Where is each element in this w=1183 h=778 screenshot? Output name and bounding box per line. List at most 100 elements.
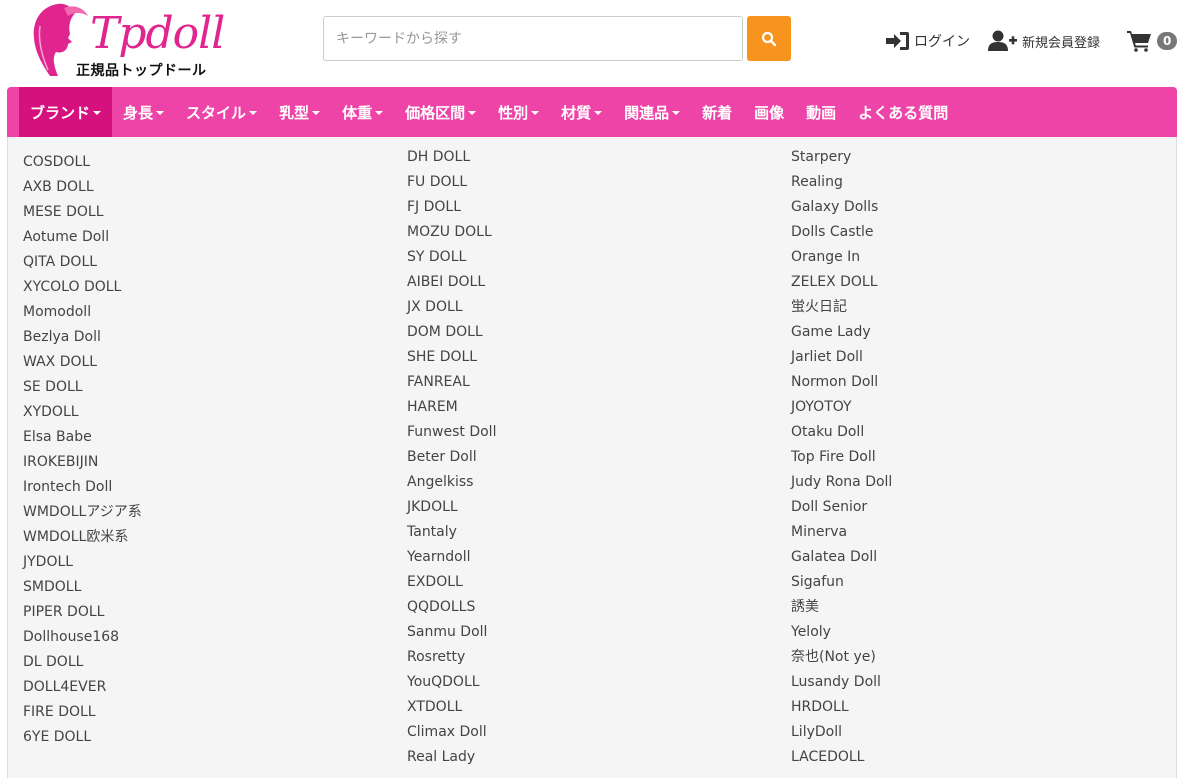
brand-link[interactable]: ZELEX DOLL	[791, 270, 1151, 295]
site-logo[interactable]: Tpdoll 正規品トップドール	[28, 0, 225, 82]
brand-link[interactable]: SMDOLL	[23, 575, 383, 600]
brand-link[interactable]: Climax Doll	[407, 720, 767, 745]
brand-link[interactable]: Orange In	[791, 245, 1151, 270]
brand-link[interactable]: Normon Doll	[791, 370, 1151, 395]
brand-link[interactable]: DL DOLL	[23, 650, 383, 675]
brand-link[interactable]: Galaxy Dolls	[791, 195, 1151, 220]
brand-link[interactable]: LilyDoll	[791, 720, 1151, 745]
brand-link[interactable]: SHE DOLL	[407, 345, 767, 370]
nav-item-breast-type[interactable]: 乳型	[268, 87, 331, 137]
nav-item-videos[interactable]: 動画	[795, 87, 847, 137]
brand-link[interactable]: DOLL4EVER	[23, 675, 383, 700]
brand-link[interactable]: XYCOLO DOLL	[23, 275, 383, 300]
brand-link[interactable]: Galatea Doll	[791, 545, 1151, 570]
nav-item-images[interactable]: 画像	[743, 87, 795, 137]
caret-down-icon	[468, 111, 477, 115]
nav-item-height[interactable]: 身長	[112, 87, 175, 137]
nav-item-accessories[interactable]: 関連品	[613, 87, 691, 137]
brand-link[interactable]: MESE DOLL	[23, 200, 383, 225]
brand-link[interactable]: Bezlya Doll	[23, 325, 383, 350]
brand-link[interactable]: Jarliet Doll	[791, 345, 1151, 370]
brand-link[interactable]: Aotume Doll	[23, 225, 383, 250]
brand-link[interactable]: SY DOLL	[407, 245, 767, 270]
caret-down-icon	[93, 111, 102, 115]
brand-link[interactable]: Tantaly	[407, 520, 767, 545]
nav-item-price-range[interactable]: 価格区間	[394, 87, 487, 137]
brand-link[interactable]: Lusandy Doll	[791, 670, 1151, 695]
brand-link[interactable]: Otaku Doll	[791, 420, 1151, 445]
brand-link[interactable]: Minerva	[791, 520, 1151, 545]
brand-link[interactable]: 6YE DOLL	[23, 725, 383, 750]
brand-link[interactable]: Irontech Doll	[23, 475, 383, 500]
nav-item-gender[interactable]: 性別	[487, 87, 550, 137]
brand-link[interactable]: FANREAL	[407, 370, 767, 395]
brand-link[interactable]: QITA DOLL	[23, 250, 383, 275]
brand-link[interactable]: Dollhouse168	[23, 625, 383, 650]
brand-link[interactable]: Beter Doll	[407, 445, 767, 470]
brand-link[interactable]: AIBEI DOLL	[407, 270, 767, 295]
brand-link[interactable]: FIRE DOLL	[23, 700, 383, 725]
brand-link[interactable]: SE DOLL	[23, 375, 383, 400]
brand-link[interactable]: Starpery	[791, 145, 1151, 170]
brand-link[interactable]: FJ DOLL	[407, 195, 767, 220]
site-header: Tpdoll 正規品トップドール ログイン 新規会員登録	[0, 0, 1183, 86]
cart-button[interactable]: 0	[1127, 26, 1178, 56]
brand-link[interactable]: Yeloly	[791, 620, 1151, 645]
brand-link[interactable]: WMDOLLアジア系	[23, 500, 383, 525]
brand-link[interactable]: WMDOLL欧米系	[23, 525, 383, 550]
brand-link[interactable]: Rosretty	[407, 645, 767, 670]
search-field	[323, 16, 743, 61]
brand-link[interactable]: IROKEBIJIN	[23, 450, 383, 475]
brand-link[interactable]: WAX DOLL	[23, 350, 383, 375]
brand-link[interactable]: 蛍火日記	[791, 295, 1151, 320]
brand-link[interactable]: 誘美	[791, 595, 1151, 620]
brand-link[interactable]: Funwest Doll	[407, 420, 767, 445]
nav-item-brand[interactable]: ブランド	[19, 87, 113, 137]
brand-link[interactable]: JKDOLL	[407, 495, 767, 520]
nav-item-new-arrivals[interactable]: 新着	[691, 87, 743, 137]
brand-link[interactable]: AXB DOLL	[23, 175, 383, 200]
brand-link[interactable]: Sigafun	[791, 570, 1151, 595]
brand-link[interactable]: Sanmu Doll	[407, 620, 767, 645]
caret-down-icon	[375, 111, 384, 115]
brand-link[interactable]: Doll Senior	[791, 495, 1151, 520]
brand-link[interactable]: 奈也(Not ye)	[791, 645, 1151, 670]
brand-link[interactable]: Realing	[791, 170, 1151, 195]
brand-link[interactable]: YouQDOLL	[407, 670, 767, 695]
brand-dropdown-menu: COSDOLL AXB DOLL MESE DOLL Aotume Doll QITA …	[7, 137, 1177, 778]
brand-link[interactable]: LACEDOLL	[791, 745, 1151, 770]
brand-link[interactable]: HAREM	[407, 395, 767, 420]
brand-link[interactable]: Yearndoll	[407, 545, 767, 570]
register-link[interactable]: 新規会員登録	[988, 26, 1100, 56]
brand-link[interactable]: MOZU DOLL	[407, 220, 767, 245]
nav-item-weight[interactable]: 体重	[331, 87, 394, 137]
brand-link[interactable]: Real Lady	[407, 745, 767, 770]
brand-link[interactable]: JYDOLL	[23, 550, 383, 575]
nav-item-faq[interactable]: よくある質問	[847, 87, 959, 137]
brand-link[interactable]: Game Lady	[791, 320, 1151, 345]
search-input[interactable]	[324, 17, 742, 60]
brand-link[interactable]: QQDOLLS	[407, 595, 767, 620]
brand-link[interactable]: FU DOLL	[407, 170, 767, 195]
brand-link[interactable]: PIPER DOLL	[23, 600, 383, 625]
brand-link[interactable]: Top Fire Doll	[791, 445, 1151, 470]
brand-link[interactable]: Elsa Babe	[23, 425, 383, 450]
brand-link[interactable]: Momodoll	[23, 300, 383, 325]
brand-link[interactable]: Angelkiss	[407, 470, 767, 495]
brand-link[interactable]: XTDOLL	[407, 695, 767, 720]
nav-item-style[interactable]: スタイル	[175, 87, 268, 137]
brand-link[interactable]: JX DOLL	[407, 295, 767, 320]
brand-link[interactable]: HRDOLL	[791, 695, 1151, 720]
brand-link[interactable]: DOM DOLL	[407, 320, 767, 345]
brand-link[interactable]: EXDOLL	[407, 570, 767, 595]
login-link[interactable]: ログイン	[886, 26, 970, 56]
brand-link[interactable]: XYDOLL	[23, 400, 383, 425]
cart-count-badge: 0	[1157, 32, 1178, 50]
brand-link[interactable]: Dolls Castle	[791, 220, 1151, 245]
brand-link[interactable]: DH DOLL	[407, 145, 767, 170]
brand-link[interactable]: Judy Rona Doll	[791, 470, 1151, 495]
brand-link[interactable]: COSDOLL	[23, 150, 383, 175]
brand-link[interactable]: JOYOTOY	[791, 395, 1151, 420]
search-button[interactable]	[747, 16, 791, 61]
nav-item-material[interactable]: 材質	[550, 87, 613, 137]
